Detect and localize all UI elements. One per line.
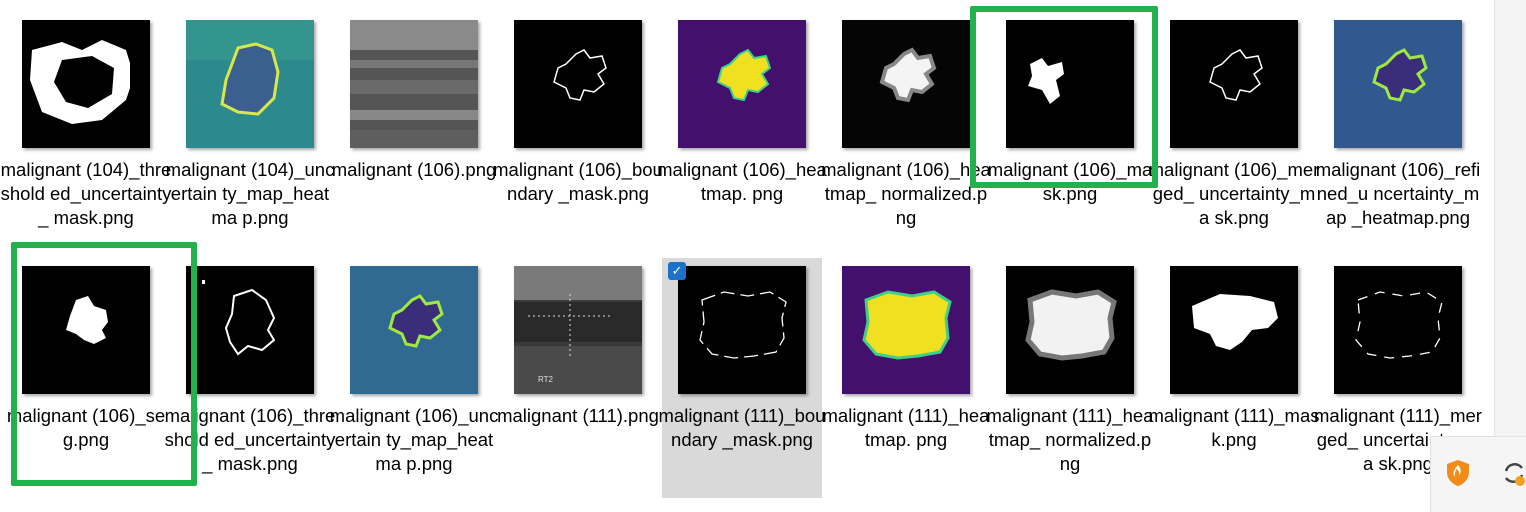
file-name-label: malignant (106)_refined_u ncertainty_map… [1315,159,1481,228]
file-name-label: malignant (104)_uncertain ty_map_heatma … [165,159,335,228]
file-thumbnail [842,20,970,148]
file-thumbnail [514,20,642,148]
svg-text:RT2: RT2 [538,375,554,384]
file-name-label: malignant (106)_heatmap_ normalized.png [821,159,991,228]
file-item-malignant-106-boundary-mask-png[interactable]: malignant (106)_boundary _mask.png [493,20,663,260]
file-item-malignant-104-threshold-ed-uncertainty-mask-png[interactable]: malignant (104)_threshold ed_uncertainty… [1,20,171,260]
file-item-malignant-104-uncertain-ty-map-heatma-p-png[interactable]: malignant (104)_uncertain ty_map_heatma … [166,20,334,260]
file-item-malignant-106-mask-png[interactable]: malignant (106)_mask.png [988,20,1152,260]
file-item-malignant-106-refined-u-ncertainty-map-heatmap-png[interactable]: malignant (106)_refined_u ncertainty_map… [1316,20,1480,260]
file-name-label: malignant (111)_heatmap_ normalized.png [986,405,1154,474]
file-name-label: malignant (106)_mask.png [987,159,1153,204]
bottom-strip [0,500,1430,511]
file-name-label: malignant (106).png [331,159,497,180]
file-thumbnail [1170,20,1298,148]
file-thumbnail [842,266,970,394]
sync-icon[interactable] [1501,459,1526,487]
file-item-malignant-106-seg-png[interactable]: malignant (106)_seg.png [6,266,166,506]
file-name-label: malignant (104)_threshold ed_uncertainty… [0,159,172,228]
file-name-label: malignant (111)_mask.png [1148,405,1320,450]
file-thumbnail [350,20,478,148]
file-name-label: malignant (111)_boundary _mask.png [658,405,826,450]
file-name-label: malignant (106)_merged_ uncertainty_ma s… [1148,159,1320,228]
file-thumbnail [1006,266,1134,394]
file-thumbnail [1334,20,1462,148]
file-name-label: malignant (111).png [497,405,659,426]
file-thumbnail [22,20,150,148]
file-item-malignant-111-mask-png[interactable]: malignant (111)_mask.png [1148,266,1320,506]
file-thumbnail [22,266,150,394]
file-thumbnail [186,20,314,148]
file-thumbnail [1334,266,1462,394]
file-thumbnail [678,266,806,394]
vertical-scrollbar[interactable] [1494,0,1526,511]
file-thumbnail: RT2 [514,266,642,394]
file-name-label: malignant (106)_uncertain ty_map_heatma … [329,405,499,474]
file-item-malignant-106-merged-uncertainty-ma-sk-png[interactable]: malignant (106)_merged_ uncertainty_ma s… [1149,20,1319,260]
file-thumbnail [186,266,314,394]
system-tray [1430,436,1526,512]
file-thumbnail [350,266,478,394]
file-name-label: malignant (106)_heatmap. png [657,159,827,204]
file-item-malignant-106-heatmap-normalized-png[interactable]: malignant (106)_heatmap_ normalized.png [821,20,991,260]
file-item-malignant-106-heatmap-png[interactable]: malignant (106)_heatmap. png [657,20,827,260]
file-name-label: malignant (106)_seg.png [6,405,166,450]
file-item-malignant-111-heatmap-png[interactable]: malignant (111)_heatmap. png [823,266,989,506]
file-thumbnail [1006,20,1134,148]
file-item-malignant-111-png[interactable]: RT2 malignant (111).png [497,266,659,506]
selection-checkbox[interactable]: ✓ [668,262,686,280]
file-item-malignant-111-heatmap-normalized-png[interactable]: malignant (111)_heatmap_ normalized.png [987,266,1153,506]
file-item-malignant-106-png[interactable]: malignant (106).png [332,20,496,260]
file-item-malignant-106-threshold-ed-uncertainty-mask-png[interactable]: malignant (106)_threshold ed_uncertainty… [165,266,335,506]
file-name-label: malignant (106)_boundary _mask.png [493,159,663,204]
shield-icon[interactable] [1445,459,1471,487]
file-name-label: malignant (106)_threshold ed_uncertainty… [164,405,336,474]
file-name-label: malignant (111)_heatmap. png [822,405,990,450]
file-item-malignant-106-uncertain-ty-map-heatma-p-png[interactable]: malignant (106)_uncertain ty_map_heatma … [330,266,498,506]
file-thumbnail [678,20,806,148]
file-thumbnail [1170,266,1298,394]
file-item-malignant-111-boundary-mask-png[interactable]: malignant (111)_boundary _mask.png ✓ [659,258,825,498]
